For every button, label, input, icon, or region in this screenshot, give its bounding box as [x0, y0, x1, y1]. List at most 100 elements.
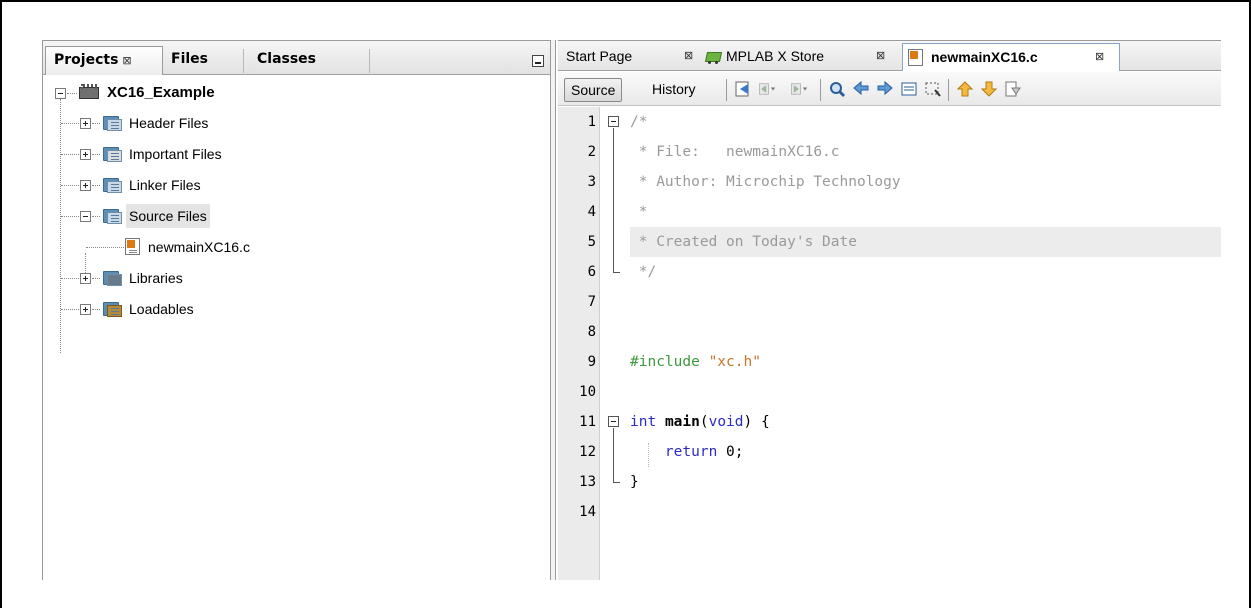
tree-item-label: Source Files	[126, 204, 210, 228]
expand-icon[interactable]	[80, 304, 91, 315]
tree-connector	[92, 278, 100, 279]
tab-files[interactable]: Files	[163, 46, 243, 75]
keyword: void	[708, 414, 744, 430]
tab-start-page[interactable]: Start Page ⊠	[566, 43, 704, 71]
tab-newmain[interactable]: newmainXC16.c ⊠	[902, 43, 1120, 71]
editor-toolbar: Source History	[558, 72, 1221, 106]
fold-collapse-icon[interactable]	[608, 416, 619, 427]
tree-item-header-files[interactable]: Header Files	[43, 111, 523, 135]
string-literal: "xc.h"	[708, 354, 761, 370]
tree-connector	[61, 154, 79, 155]
tree-item-libraries[interactable]: Libraries	[43, 266, 523, 290]
function-name: main	[664, 414, 700, 430]
fold-column	[600, 107, 630, 580]
find-icon[interactable]	[828, 80, 846, 98]
c-file-icon	[908, 49, 923, 66]
back-icon[interactable]	[758, 80, 776, 98]
code-text: 0;	[717, 444, 744, 460]
comment: * Author: Microchip Technology	[630, 174, 901, 190]
tree-item-important-files[interactable]: Important Files	[43, 142, 523, 166]
tree-item-label: Loadables	[129, 301, 194, 317]
minimize-icon[interactable]	[532, 55, 544, 67]
close-icon[interactable]: ⊠	[122, 54, 131, 67]
tree-item-label: newmainXC16.c	[148, 239, 250, 255]
expand-icon[interactable]	[80, 118, 91, 129]
close-icon[interactable]: ⊠	[684, 43, 693, 69]
line-number: 2	[587, 144, 596, 160]
tab-label: newmainXC16.c	[931, 49, 1038, 65]
forward-icon[interactable]	[790, 80, 808, 98]
find-next-icon[interactable]	[876, 80, 894, 98]
tab-files-label: Files	[171, 51, 208, 67]
expand-icon[interactable]	[80, 180, 91, 191]
folder-icon	[103, 115, 123, 131]
toolbar-separator	[726, 79, 727, 101]
tree-connector	[61, 309, 79, 310]
editor-panel: Start Page ⊠ MPLAB X Store ⊠ newmainXC16…	[558, 40, 1221, 580]
tree-connector	[92, 185, 100, 186]
tree-item-source-files[interactable]: Source Files	[43, 204, 523, 228]
comment: */	[630, 264, 657, 280]
source-view-button[interactable]: Source	[564, 78, 623, 102]
keyword: return	[664, 444, 718, 460]
line-number: 9	[587, 354, 596, 370]
tree-connector	[86, 247, 124, 248]
panel-splitter[interactable]	[550, 40, 556, 580]
comment: /*	[630, 114, 648, 130]
expand-icon[interactable]	[80, 149, 91, 160]
last-edit-icon[interactable]	[734, 80, 752, 98]
indent-guide	[648, 443, 649, 467]
fold-collapse-icon[interactable]	[608, 116, 619, 127]
line-number: 7	[587, 294, 596, 310]
fold-guide-end	[613, 272, 620, 273]
toggle-rectangular-selection-icon[interactable]	[924, 80, 942, 98]
collapse-icon[interactable]	[55, 88, 66, 99]
line-number: 5	[587, 234, 596, 250]
toggle-bookmark-icon[interactable]	[1004, 80, 1022, 98]
tree-item-loadables[interactable]: Loadables	[43, 297, 523, 321]
next-bookmark-icon[interactable]	[980, 80, 998, 98]
tab-divider	[243, 49, 244, 73]
editor-tabstrip: Start Page ⊠ MPLAB X Store ⊠ newmainXC16…	[558, 41, 1221, 71]
folder-icon	[103, 208, 123, 224]
tab-mplab-store[interactable]: MPLAB X Store ⊠	[702, 43, 902, 71]
c-file-icon	[125, 238, 140, 255]
tree-connector	[92, 216, 100, 217]
line-number: 11	[579, 414, 596, 430]
tree-connector	[61, 123, 79, 124]
code-line-13: }	[630, 467, 1221, 497]
tab-projects[interactable]: Projects ⊠	[45, 46, 163, 75]
line-number: 13	[579, 474, 596, 490]
tree-item-source-file[interactable]: newmainXC16.c	[43, 235, 523, 259]
history-view-button[interactable]: History	[646, 78, 702, 102]
projects-panel: Projects ⊠ Files Classes XC16_Example He…	[42, 40, 550, 580]
tree-item-linker-files[interactable]: Linker Files	[43, 173, 523, 197]
tab-label: MPLAB X Store	[726, 48, 825, 64]
code-line-3: * Author: Microchip Technology	[630, 167, 1221, 197]
comment: * File: newmainXC16.c	[630, 144, 840, 160]
fold-guide-end	[613, 482, 620, 483]
toolbar-separator	[948, 79, 949, 101]
code-line-11: int main(void) {	[630, 407, 1221, 437]
code-line-5: * Created on Today's Date	[630, 227, 1221, 257]
toolbar-separator	[820, 79, 821, 101]
previous-bookmark-icon[interactable]	[956, 80, 974, 98]
collapse-icon[interactable]	[80, 211, 91, 222]
comment: *	[630, 204, 648, 220]
tree-item-label: Linker Files	[129, 177, 201, 193]
line-number-gutter: 1 2 3 4 5 6 7 8 9 10 11 12 13 14	[558, 107, 600, 580]
expand-icon[interactable]	[80, 273, 91, 284]
close-icon[interactable]: ⊠	[1095, 44, 1104, 70]
find-previous-icon[interactable]	[852, 80, 870, 98]
tab-classes[interactable]: Classes	[249, 46, 359, 75]
tree-item-label: Header Files	[129, 115, 209, 131]
line-number: 3	[587, 174, 596, 190]
keyword: int	[630, 414, 657, 430]
code-line-9: #include "xc.h"	[630, 347, 1221, 377]
tree-item-project[interactable]: XC16_Example	[43, 81, 523, 105]
close-icon[interactable]: ⊠	[876, 43, 885, 69]
code-editor[interactable]: /* * File: newmainXC16.c * Author: Micro…	[630, 107, 1221, 580]
toggle-highlight-icon[interactable]	[900, 80, 918, 98]
